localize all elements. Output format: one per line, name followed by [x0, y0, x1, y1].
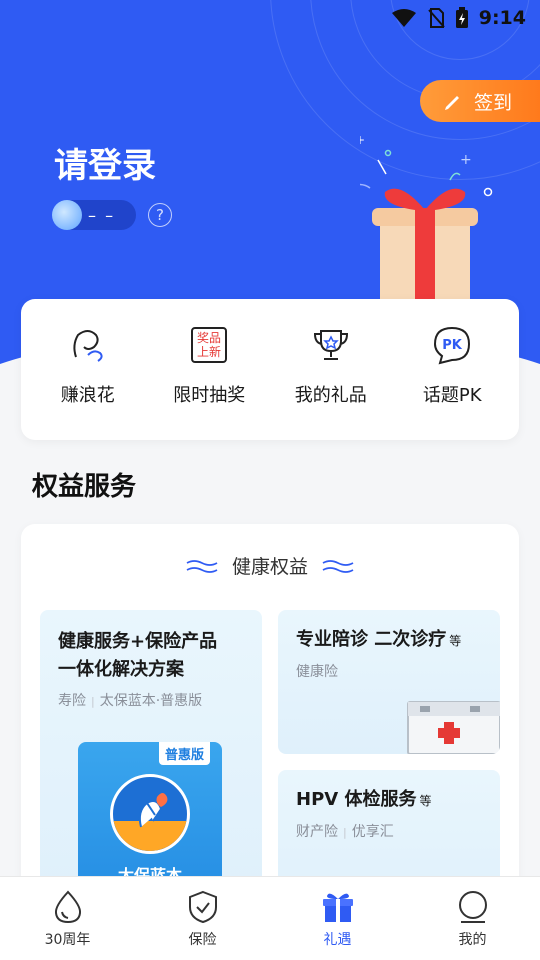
- separator: |: [343, 826, 347, 839]
- benefit-tile-accompany[interactable]: 专业陪诊 二次诊疗等 健康险: [278, 610, 500, 754]
- wave-badge-icon: [52, 200, 82, 230]
- quick-action-label: 我的礼品: [294, 385, 367, 406]
- bottom-tab-bar: 30周年 保险 礼遇 我的: [0, 876, 540, 960]
- tile-title-text: HPV 体检服务: [296, 789, 417, 810]
- medical-kit-icon: [407, 701, 500, 754]
- lottery-icon-text-top: 奖品: [197, 331, 221, 345]
- wave-decor-icon: [322, 559, 354, 573]
- book-badge: 普惠版: [158, 742, 210, 765]
- status-bar: 9:14: [0, 0, 540, 36]
- svg-text:+: +: [460, 152, 472, 168]
- benefits-header-label: 健康权益: [231, 556, 308, 578]
- gift-icon: [320, 889, 356, 925]
- shield-check-icon: [185, 889, 221, 925]
- login-prompt[interactable]: 请登录: [54, 138, 156, 187]
- tab-insurance[interactable]: 保险: [135, 877, 270, 960]
- battery-charging-icon: [455, 7, 468, 28]
- tab-profile[interactable]: 我的: [405, 877, 540, 960]
- lottery-icon-text-bottom: 上新: [197, 344, 221, 359]
- tile-sub-category: 财产险: [296, 824, 338, 840]
- checkin-button[interactable]: 签到: [420, 80, 540, 122]
- quick-action-earn-waves[interactable]: 赚浪花: [32, 323, 144, 440]
- tile-title-suffix: 等: [419, 794, 432, 808]
- status-time: 9:14: [478, 7, 526, 29]
- tile-title-suffix: 等: [449, 634, 462, 648]
- benefits-header: 健康权益: [21, 552, 519, 579]
- no-sim-icon: [427, 8, 445, 28]
- tile-title-line1: 健康服务+保险产品: [58, 631, 218, 652]
- level-value: – –: [88, 205, 116, 225]
- tile-subtitle: 财产险 | 优享汇: [296, 821, 482, 841]
- pencil-icon: [445, 96, 459, 110]
- quick-actions-card: 赚浪花 奖品 上新 限时抽奖 我的礼品 PK 话题PK: [21, 299, 519, 440]
- tile-title-text: 专业陪诊 二次诊疗: [296, 629, 447, 650]
- tile-title: HPV 体检服务等: [296, 786, 482, 815]
- user-icon: [455, 889, 491, 925]
- quick-action-label: 赚浪花: [60, 385, 115, 406]
- help-icon[interactable]: ?: [148, 203, 172, 227]
- tab-anniversary[interactable]: 30周年: [0, 877, 135, 960]
- tab-label: 礼遇: [323, 932, 352, 948]
- pk-icon-text: PK: [442, 338, 463, 353]
- trophy-icon: [309, 323, 353, 367]
- quick-action-label: 限时抽奖: [173, 385, 246, 406]
- pk-bubble-icon: PK: [430, 323, 474, 367]
- tile-subtitle: 寿险 | 太保蓝本·普惠版: [58, 690, 244, 710]
- tile-sub-category: 健康险: [296, 664, 338, 680]
- checkin-label: 签到: [474, 91, 513, 114]
- hand-heart-logo-icon: [110, 774, 190, 854]
- tab-label: 保险: [188, 932, 217, 948]
- gift-illustration: + +: [360, 133, 493, 300]
- lottery-icon: 奖品 上新: [187, 323, 231, 367]
- svg-text:+: +: [360, 133, 365, 147]
- tab-label: 我的: [458, 932, 487, 948]
- level-badge[interactable]: – –: [52, 200, 136, 230]
- tile-sub-product: 太保蓝本·普惠版: [99, 693, 203, 709]
- tile-subtitle: 健康险: [296, 661, 482, 681]
- tile-title-line2: 一体化解决方案: [58, 659, 184, 680]
- tab-label: 30周年: [44, 932, 91, 948]
- benefit-tile-health-insurance[interactable]: 健康服务+保险产品 一体化解决方案 寿险|太保蓝本·普惠版 普惠版 太保蓝本: [40, 610, 262, 900]
- tab-gifts[interactable]: 礼遇: [270, 877, 405, 960]
- wave-decor-icon: [186, 559, 218, 573]
- droplet-icon: [50, 889, 86, 925]
- quick-action-lottery[interactable]: 奖品 上新 限时抽奖: [153, 323, 265, 440]
- wave-ear-icon: [66, 323, 110, 367]
- tile-sub-product: 优享汇: [351, 824, 394, 840]
- wifi-icon: [391, 9, 416, 27]
- separator: |: [91, 695, 95, 708]
- quick-action-label: 话题PK: [422, 385, 482, 406]
- section-title: 权益服务: [32, 472, 137, 502]
- tile-sub-category: 寿险: [58, 693, 86, 709]
- quick-action-topic-pk[interactable]: PK 话题PK: [396, 323, 508, 440]
- quick-action-my-gifts[interactable]: 我的礼品: [275, 323, 387, 440]
- tile-title: 专业陪诊 二次诊疗等: [296, 626, 482, 655]
